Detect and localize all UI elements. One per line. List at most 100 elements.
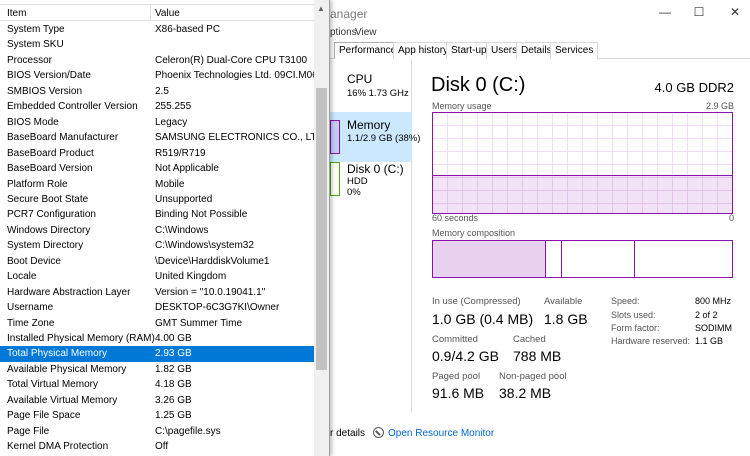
table-row[interactable]: Available Physical Memory 1.82 GB — [0, 362, 314, 378]
table-row[interactable]: Page File C:\pagefile.sys — [0, 424, 314, 440]
stat-value: 1.8 GB — [544, 311, 588, 327]
table-row[interactable]: Page File Space 1.25 GB — [0, 408, 314, 424]
disk-mini-graph — [330, 162, 340, 196]
tab-bar: Performance App history Start-up Users D… — [330, 41, 750, 59]
memory-composition-bar — [432, 240, 733, 278]
table-row[interactable]: Total Physical Memory 2.93 GB — [0, 346, 314, 362]
table-row[interactable]: Installed Physical Memory (RAM) 4.00 GB — [0, 331, 314, 347]
table-row[interactable]: Locale United Kingdom — [0, 269, 314, 285]
table-row[interactable]: Time Zone GMT Summer Time — [0, 316, 314, 332]
system-information-window: Item Value System Type X86-based PC System… — [0, 0, 330, 456]
column-divider[interactable] — [150, 5, 151, 21]
task-manager-footer: r details Open Resource Monitor — [330, 424, 750, 444]
table-row[interactable]: Kernel DMA Protection Off — [0, 439, 314, 455]
list-header: Item Value — [0, 4, 314, 21]
column-header-item[interactable]: Item — [7, 8, 26, 19]
property-value: 2 of 2 — [695, 310, 718, 320]
property-label: Form factor: — [611, 323, 660, 333]
row-item-name: Available Virtual Memory — [7, 394, 118, 406]
property-label: Speed: — [611, 296, 640, 306]
table-row[interactable]: Platform Role Mobile — [0, 177, 314, 193]
tab-start-up[interactable]: Start-up — [446, 42, 492, 59]
row-item-name: Username — [7, 302, 54, 314]
row-item-value: Not Applicable — [155, 163, 219, 175]
memory-usage-label: Memory usage — [432, 101, 492, 111]
table-row[interactable]: Boot Device \Device\HarddiskVolume1 — [0, 254, 314, 270]
property-label: Slots used: — [611, 310, 656, 320]
menu-view[interactable]: View — [355, 27, 377, 38]
system-summary-list: System Type X86-based PC System SKU Process… — [0, 22, 314, 456]
row-item-name: BaseBoard Version — [7, 163, 93, 175]
scroll-up-arrow[interactable]: ▲ — [317, 4, 325, 13]
row-item-value: Phoenix Technologies Ltd. 09CI.M060 — [155, 70, 314, 82]
row-item-value: 3.26 GB — [155, 394, 192, 406]
tab-services[interactable]: Services — [550, 42, 599, 59]
table-row[interactable]: PCR7 Configuration Binding Not Possible — [0, 207, 314, 223]
sidebar-item-cpu[interactable]: CPU 16% 1.73 GHz — [330, 68, 412, 118]
row-item-name: Total Virtual Memory — [7, 379, 98, 391]
row-item-value: X86-based PC — [155, 24, 221, 35]
row-item-name: PCR7 Configuration — [7, 209, 96, 221]
row-item-value: 4.18 GB — [155, 379, 192, 391]
panel-title: Disk 0 (C:) — [431, 74, 526, 96]
menu-bar: ptions View — [330, 26, 750, 40]
close-button[interactable]: ✕ — [728, 5, 742, 19]
menu-options[interactable]: ptions — [330, 27, 357, 38]
open-resource-monitor-link[interactable]: Open Resource Monitor — [388, 428, 494, 439]
composition-free — [636, 241, 732, 277]
performance-sidebar: CPU 16% 1.73 GHz Memory 1.1/2.9 GB (38%)… — [330, 60, 420, 412]
performance-detail-panel: Disk 0 (C:) 4.0 GB DDR2 Memory usage 2.9… — [416, 60, 750, 412]
scrollbar-thumb[interactable] — [316, 88, 327, 370]
row-item-name: BIOS Mode — [7, 116, 59, 128]
row-item-value: GMT Summer Time — [155, 317, 243, 329]
table-row[interactable]: BaseBoard Manufacturer SAMSUNG ELECTRONIC… — [0, 130, 314, 146]
row-item-name: Windows Directory — [7, 224, 91, 236]
table-row[interactable]: BIOS Mode Legacy — [0, 115, 314, 131]
property-value: 800 MHz — [695, 296, 732, 306]
table-row[interactable]: BIOS Version/Date Phoenix Technologies Lt… — [0, 68, 314, 84]
stat-label: In use (Compressed) — [432, 296, 521, 307]
tab-performance[interactable]: Performance — [334, 42, 402, 59]
row-item-name: SMBIOS Version — [7, 85, 83, 97]
table-row[interactable]: Windows Directory C:\Windows — [0, 223, 314, 239]
row-item-value: 255.255 — [155, 101, 192, 113]
table-row[interactable]: System Type X86-based PC — [0, 22, 314, 38]
row-item-value: Binding Not Possible — [155, 209, 248, 221]
table-row[interactable]: System Directory C:\Windows\system32 — [0, 238, 314, 254]
stat-label: Available — [544, 296, 583, 307]
table-row[interactable]: BaseBoard Version Not Applicable — [0, 161, 314, 177]
row-item-name: System Directory — [7, 240, 84, 252]
fewer-details-link[interactable]: r details — [330, 428, 365, 439]
window-title: anager — [330, 7, 368, 21]
table-row[interactable]: Secure Boot State Unsupported — [0, 192, 314, 208]
table-row[interactable]: Username DESKTOP-6C3G7KI\Owner — [0, 300, 314, 316]
maximize-button[interactable]: ☐ — [692, 5, 706, 19]
stat-value: 788 MB — [513, 348, 562, 364]
sidebar-item-label: Memory — [347, 118, 391, 132]
row-item-value: DESKTOP-6C3G7KI\Owner — [155, 302, 280, 314]
row-item-value: Unsupported — [155, 193, 213, 205]
table-row[interactable]: System SKU — [0, 37, 314, 53]
table-row[interactable]: Hardware Abstraction Layer Version = "10.… — [0, 285, 314, 301]
panel-capacity: 4.0 GB DDR2 — [654, 80, 734, 95]
sidebar-item-memory[interactable]: Memory 1.1/2.9 GB (38%) — [330, 112, 420, 162]
vertical-scrollbar[interactable]: ▲ — [314, 0, 329, 456]
sidebar-item-sub: 16% 1.73 GHz — [347, 88, 409, 99]
table-row[interactable]: BaseBoard Product R519/R719 — [0, 146, 314, 162]
resource-monitor-icon[interactable] — [373, 427, 384, 438]
property-value: SODIMM — [695, 323, 732, 333]
table-row[interactable]: Embedded Controller Version 255.255 — [0, 99, 314, 115]
minimize-button[interactable]: — — [658, 5, 672, 19]
sidebar-item-disk[interactable]: Disk 0 (C:) HDD 0% — [330, 160, 412, 210]
stat-label: Committed — [432, 334, 478, 345]
table-row[interactable]: Total Virtual Memory 4.18 GB — [0, 377, 314, 393]
row-item-value: Off — [155, 441, 169, 453]
tab-app-history[interactable]: App history — [393, 42, 454, 59]
composition-in-use — [433, 241, 546, 277]
sidebar-item-label: Disk 0 (C:) — [347, 162, 404, 176]
table-row[interactable]: Available Virtual Memory 3.26 GB — [0, 393, 314, 409]
table-row[interactable]: SMBIOS Version 2.5 — [0, 84, 314, 100]
table-row[interactable]: Processor Celeron(R) Dual-Core CPU T3100 — [0, 53, 314, 69]
row-item-value: C:\Windows\system32 — [155, 240, 254, 252]
column-header-value[interactable]: Value — [155, 8, 180, 19]
